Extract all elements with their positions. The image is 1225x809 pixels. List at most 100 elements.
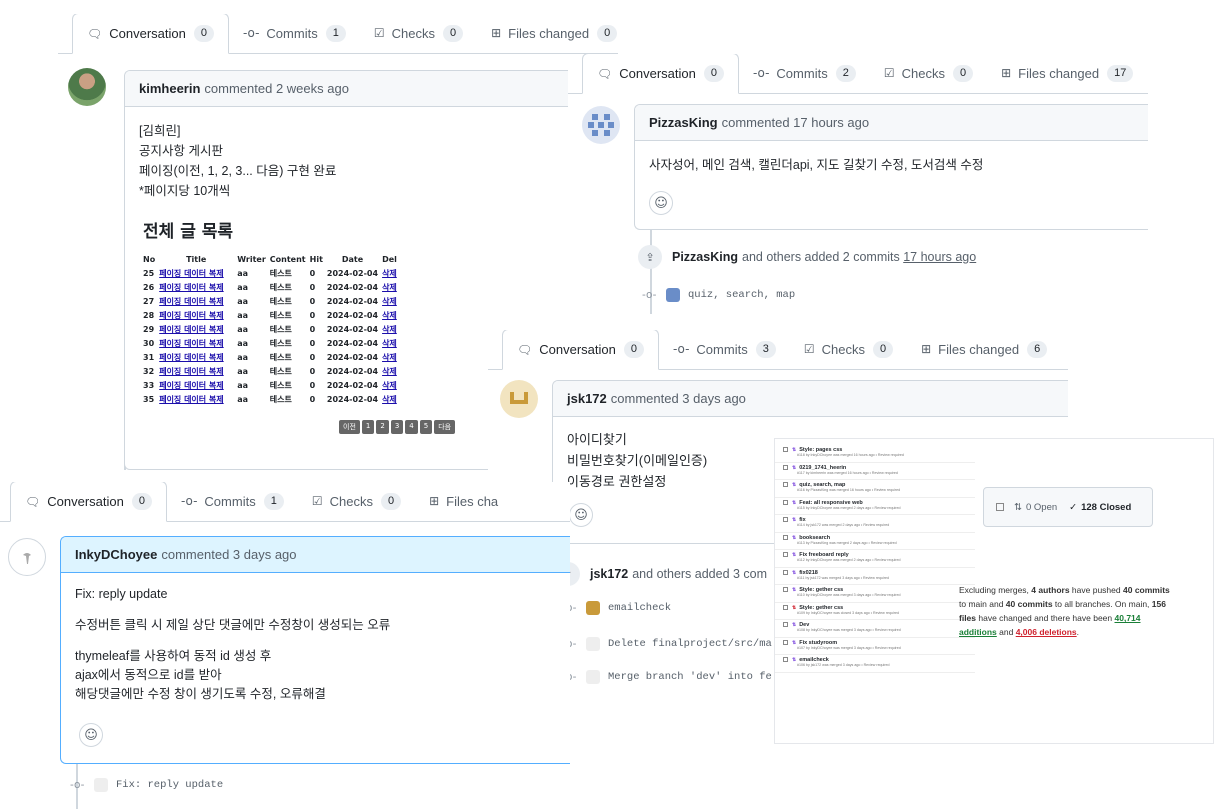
board-screenshot: 전체 글 목록 No Title Writer Content Hit Date Del 2… bbox=[141, 217, 481, 434]
delete-link[interactable]: 삭제 bbox=[380, 308, 399, 322]
page-next[interactable]: 다음 bbox=[434, 420, 456, 434]
event-time-link[interactable]: 17 hours ago bbox=[903, 250, 976, 264]
tab-checks[interactable]: ☑ Checks 0 bbox=[870, 54, 987, 93]
avatar[interactable] bbox=[68, 68, 106, 106]
commit-message-link[interactable]: quiz, search, map bbox=[688, 289, 795, 301]
post-title-link[interactable]: 페이징 데이터 복제 bbox=[157, 364, 235, 378]
row-checkbox[interactable] bbox=[783, 464, 788, 470]
list-item[interactable]: ⇅ Style: gether css #110 by InkyDChoyee wa… bbox=[775, 585, 975, 603]
tab-commits[interactable]: -o- Commits 2 bbox=[739, 54, 870, 93]
row-checkbox[interactable] bbox=[783, 517, 788, 523]
list-item[interactable]: ⇅ Dev #108 by InkyDChoyee was merged 3 day… bbox=[775, 620, 975, 638]
row-checkbox[interactable] bbox=[783, 604, 788, 610]
post-title-link[interactable]: 페이징 데이터 복제 bbox=[157, 378, 235, 392]
avatar[interactable] bbox=[8, 538, 46, 576]
row-checkbox[interactable] bbox=[783, 622, 788, 628]
post-title-link[interactable]: 페이징 데이터 복제 bbox=[157, 308, 235, 322]
page-prev[interactable]: 이전 bbox=[339, 420, 360, 434]
tab-checks[interactable]: ☑ Checks 0 bbox=[790, 330, 907, 369]
emoji-reaction-button[interactable]: ☺ bbox=[79, 723, 103, 747]
pr-title-link[interactable]: Fix studyroom bbox=[799, 640, 837, 646]
row-checkbox[interactable] bbox=[783, 447, 788, 453]
post-title-link[interactable]: 페이징 데이터 복제 bbox=[157, 336, 235, 350]
post-title-link[interactable]: 페이징 데이터 복제 bbox=[157, 350, 235, 364]
tab-commits[interactable]: -o- Commits 3 bbox=[659, 330, 790, 369]
tab-checks[interactable]: ☑ Checks 0 bbox=[298, 482, 415, 521]
tab-files-changed[interactable]: ⊞ Files changed 17 bbox=[987, 54, 1147, 93]
list-item[interactable]: ⇅ Style: gether css #109 by InkyDChoyee wa… bbox=[775, 603, 975, 620]
author-link[interactable]: PizzasKing bbox=[649, 115, 718, 130]
post-title-link[interactable]: 페이징 데이터 복제 bbox=[157, 392, 235, 406]
emoji-reaction-button[interactable]: ☺ bbox=[569, 503, 593, 527]
delete-link[interactable]: 삭제 bbox=[380, 364, 399, 378]
tab-commits[interactable]: -o- Commits 1 bbox=[229, 14, 360, 53]
page-1[interactable]: 1 bbox=[361, 420, 375, 434]
list-item[interactable]: ⇅ fix0218 #111 by jsk172 was merged 3 days… bbox=[775, 568, 975, 585]
row-checkbox[interactable] bbox=[783, 569, 788, 575]
tab-files-changed[interactable]: ⊞ Files changed 0 bbox=[477, 14, 618, 53]
list-item[interactable]: ⇅ quiz, search, map #116 by PizzasKing was… bbox=[775, 480, 975, 498]
event-author-link[interactable]: PizzasKing bbox=[672, 250, 738, 264]
avatar[interactable] bbox=[582, 106, 620, 144]
commit-message-link[interactable]: emailcheck bbox=[608, 602, 671, 614]
commit-message-link[interactable]: Merge branch 'dev' into fe bbox=[608, 671, 772, 683]
tab-conversation[interactable]: 🗨 Conversation 0 bbox=[502, 330, 659, 370]
author-link[interactable]: InkyDChoyee bbox=[75, 547, 157, 562]
list-item[interactable]: ⇅ Feat: all responsive web #115 by InkyDCh… bbox=[775, 498, 975, 515]
delete-link[interactable]: 삭제 bbox=[380, 280, 399, 294]
row-checkbox[interactable] bbox=[783, 499, 788, 505]
delete-link[interactable]: 삭제 bbox=[380, 350, 399, 364]
repo-stats-text: Excluding merges, 4 authors have pushed … bbox=[959, 585, 1170, 637]
pr-title-link[interactable]: booksearch bbox=[799, 535, 830, 541]
tab-checks[interactable]: ☑ Checks 0 bbox=[360, 14, 477, 53]
pr-title-link[interactable]: 0219_1741_heerin bbox=[799, 465, 846, 471]
tab-files-changed[interactable]: ⊞ Files cha bbox=[415, 482, 512, 521]
page-2[interactable]: 2 bbox=[376, 420, 389, 434]
row-checkbox[interactable] bbox=[783, 534, 788, 540]
delete-link[interactable]: 삭제 bbox=[380, 266, 399, 280]
post-title-link[interactable]: 페이징 데이터 복제 bbox=[157, 294, 235, 308]
tab-conversation[interactable]: 🗨 Conversation 0 bbox=[10, 482, 167, 522]
list-item[interactable]: ⇅ 0219_1741_heerin #117 by kimheerin was m… bbox=[775, 463, 975, 480]
commit-message-link[interactable]: Delete finalproject/src/ma bbox=[608, 638, 772, 650]
pr-title-link[interactable]: fix0218 bbox=[799, 570, 818, 576]
avatar[interactable] bbox=[500, 380, 538, 418]
row-checkbox[interactable] bbox=[783, 587, 788, 593]
row-checkbox[interactable] bbox=[783, 482, 788, 488]
post-title-link[interactable]: 페이징 데이터 복제 bbox=[157, 266, 235, 280]
delete-link[interactable]: 삭제 bbox=[380, 294, 399, 308]
row-checkbox[interactable] bbox=[783, 639, 788, 645]
delete-link[interactable]: 삭제 bbox=[380, 322, 399, 336]
tab-files-changed[interactable]: ⊞ Files changed 6 bbox=[907, 330, 1061, 369]
delete-link[interactable]: 삭제 bbox=[380, 378, 399, 392]
select-all-checkbox[interactable] bbox=[996, 503, 1004, 511]
list-item[interactable]: ⇅ Style: pages css #118 by InkyDChoyee was… bbox=[775, 445, 975, 463]
list-item[interactable]: ⇅ Fix freeboard reply #112 by InkyDChoyee … bbox=[775, 550, 975, 568]
post-title-link[interactable]: 페이징 데이터 복제 bbox=[157, 322, 235, 336]
emoji-reaction-button[interactable]: ☺ bbox=[649, 191, 673, 215]
row-checkbox[interactable] bbox=[783, 657, 788, 663]
page-4[interactable]: 4 bbox=[405, 420, 418, 434]
event-author-link[interactable]: jsk172 bbox=[590, 567, 628, 581]
list-item[interactable]: ⇅ emailcheck #106 by jsk172 was merged 3 d… bbox=[775, 655, 975, 673]
open-filter[interactable]: 0 Open bbox=[1026, 502, 1057, 513]
commit-message-link[interactable]: Fix: reply update bbox=[116, 779, 223, 791]
page-3[interactable]: 3 bbox=[390, 420, 404, 434]
pr-title-link[interactable]: Feat: all responsive web bbox=[799, 500, 863, 506]
list-item[interactable]: ⇅ Fix studyroom #107 by InkyDChoyee was me… bbox=[775, 638, 975, 655]
tab-conversation[interactable]: 🗨 Conversation 0 bbox=[72, 14, 229, 54]
delete-link[interactable]: 삭제 bbox=[380, 336, 399, 350]
tab-conversation[interactable]: 🗨 Conversation 0 bbox=[582, 54, 739, 94]
author-link[interactable]: kimheerin bbox=[139, 81, 200, 96]
author-link[interactable]: jsk172 bbox=[567, 391, 607, 406]
page-5[interactable]: 5 bbox=[419, 420, 433, 434]
tab-commits[interactable]: -o- Commits 1 bbox=[167, 482, 298, 521]
list-item[interactable]: ⇅ booksearch #113 by PizzasKing was merged… bbox=[775, 533, 975, 550]
deletions-link[interactable]: 4,006 deletions bbox=[1016, 627, 1077, 637]
row-checkbox[interactable] bbox=[783, 552, 788, 558]
post-title-link[interactable]: 페이징 데이터 복제 bbox=[157, 280, 235, 294]
delete-link[interactable]: 삭제 bbox=[380, 392, 399, 406]
pr-title-link[interactable]: Style: gether css bbox=[799, 605, 843, 611]
closed-filter[interactable]: 128 Closed bbox=[1081, 502, 1131, 513]
list-item[interactable]: ⇅ fix #114 by jsk172 was merged 2 days ago… bbox=[775, 515, 975, 533]
